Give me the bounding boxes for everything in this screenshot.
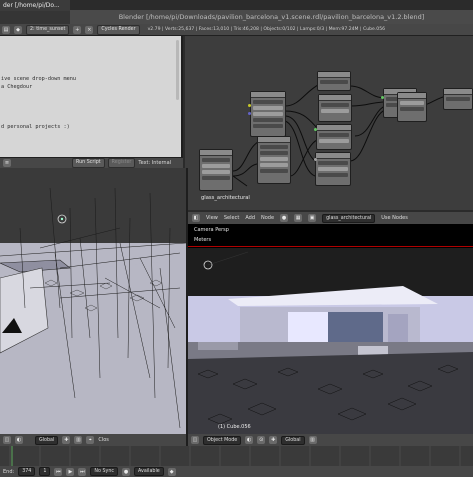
snap-icon[interactable]: ⌖ — [86, 436, 95, 444]
info-header: ▤ ◆ 2: time_sunset + × Cycles Render v2.… — [0, 24, 473, 36]
node[interactable] — [315, 152, 351, 186]
text-line: a Chegdour — [1, 84, 33, 90]
close-icon[interactable]: × — [85, 25, 94, 34]
node[interactable] — [250, 91, 286, 137]
wireframe-scene — [0, 187, 186, 434]
shading-icon[interactable]: ◐ — [15, 436, 23, 444]
jump-end-icon[interactable]: ⏭ — [78, 467, 87, 476]
text-editor-footer: ≡ Run Script Register Text: Internal — [0, 157, 183, 168]
script-icon[interactable]: ≡ — [3, 159, 11, 167]
node[interactable] — [317, 71, 351, 91]
os-window-tab[interactable]: der [/home/pi/Do... — [0, 0, 70, 11]
timeline-ruler — [9, 446, 461, 466]
render-engine-selector[interactable]: Cycles Render — [97, 24, 140, 35]
node-socket[interactable] — [248, 112, 251, 115]
editor-type-icon[interactable]: ◧ — [192, 214, 200, 222]
left-viewport-header: ◫ ◐ Global ✚ ▥ ⌖ Clos — [0, 434, 186, 446]
text-editor[interactable]: ive scene drop-down menu a Chegdour d pe… — [0, 36, 183, 158]
sync-dropdown[interactable]: No Sync — [90, 467, 119, 476]
use-nodes-checkbox[interactable]: Use Nodes — [381, 215, 408, 221]
text-line: ive scene drop-down menu — [1, 76, 76, 82]
object-mode-dropdown[interactable]: Object Mode — [203, 435, 242, 445]
insert-keyframe-icon[interactable]: ◆ — [167, 467, 176, 476]
node-editor-header: ◧ View Select Add Node ● ▦ ▣ glass_archi… — [188, 212, 473, 224]
select-menu[interactable]: Select — [224, 215, 239, 221]
shader-icon[interactable]: ● — [280, 214, 289, 222]
scene-stats: v2.79 | Verts:25,637 | Faces:13,010 | Tr… — [147, 27, 386, 32]
node[interactable] — [316, 124, 352, 150]
proportional-dropdown[interactable]: Clos — [98, 437, 109, 443]
layer-icon[interactable]: ▥ — [308, 436, 317, 444]
os-tab-strip — [0, 11, 70, 24]
add-scene-icon[interactable]: + — [73, 25, 82, 34]
node-menu[interactable]: Node — [261, 215, 274, 221]
editor-type-icon[interactable]: ▤ — [2, 25, 10, 34]
add-menu[interactable]: Add — [245, 215, 255, 221]
material-output-node[interactable] — [397, 92, 427, 122]
node[interactable] — [318, 94, 352, 122]
left-3d-viewport[interactable] — [0, 168, 186, 434]
node-socket[interactable] — [314, 158, 317, 161]
view-menu[interactable]: View — [206, 215, 218, 221]
run-script-button[interactable]: Run Script — [72, 158, 105, 168]
text-internal-label: Text: Internal — [138, 160, 172, 166]
keying-set-dropdown[interactable]: Available — [134, 467, 164, 476]
rendered-viewport[interactable]: Camera Persp Meters (1) Cube.056 — [188, 224, 473, 434]
texture-icon[interactable]: ▦ — [294, 214, 303, 222]
timeline[interactable] — [0, 446, 473, 466]
manipulator-icon[interactable]: ✚ — [62, 436, 71, 444]
play-icon[interactable]: ▶ — [66, 467, 75, 476]
render-scene — [188, 246, 473, 434]
layer-icon[interactable]: ▥ — [74, 436, 83, 444]
editor-type-icon[interactable]: ◫ — [191, 436, 199, 444]
node[interactable] — [443, 88, 473, 110]
scrollbar[interactable] — [176, 40, 179, 100]
scene-icon[interactable]: ◆ — [14, 25, 22, 34]
node-socket[interactable] — [248, 104, 251, 107]
register-checkbox[interactable]: Register — [107, 158, 136, 168]
shading-icon[interactable]: ◐ — [245, 436, 254, 444]
pivot-icon[interactable]: ⊙ — [257, 436, 266, 444]
node-socket[interactable] — [381, 96, 384, 99]
node[interactable] — [257, 136, 291, 184]
right-viewport-header: ◫ Object Mode ◐ ⊙ ✚ Global ▥ — [188, 434, 473, 446]
compositing-icon[interactable]: ▣ — [308, 214, 317, 222]
orientation-dropdown[interactable]: Global — [281, 435, 305, 445]
text-line: d personal projects :) — [1, 124, 70, 130]
node[interactable] — [199, 149, 233, 191]
current-frame-field[interactable]: 1 — [39, 467, 51, 476]
material-name-label: glass_architectural — [201, 195, 250, 201]
scene-selector[interactable]: 2: time_sunset — [26, 24, 70, 35]
window-title: Blender [/home/pi/Downloads/pavilion_bar… — [70, 10, 473, 24]
node-editor[interactable] — [185, 36, 473, 210]
manipulator-icon[interactable]: ✚ — [269, 436, 278, 444]
node-socket[interactable] — [314, 128, 317, 131]
timeline-header: End: 374 1 ⏮ ▶ ⏭ No Sync ● Available ◆ — [0, 466, 473, 477]
end-frame-field[interactable]: 374 — [18, 467, 36, 476]
editor-type-icon[interactable]: ◫ — [3, 436, 11, 444]
record-icon[interactable]: ● — [122, 467, 131, 476]
end-frame-label: End: — [3, 468, 15, 475]
pivot-dropdown[interactable]: Global — [35, 435, 59, 445]
material-field[interactable]: glass_architectural — [322, 213, 376, 223]
active-object-label: (1) Cube.056 — [218, 424, 251, 430]
jump-start-icon[interactable]: ⏮ — [54, 467, 63, 476]
